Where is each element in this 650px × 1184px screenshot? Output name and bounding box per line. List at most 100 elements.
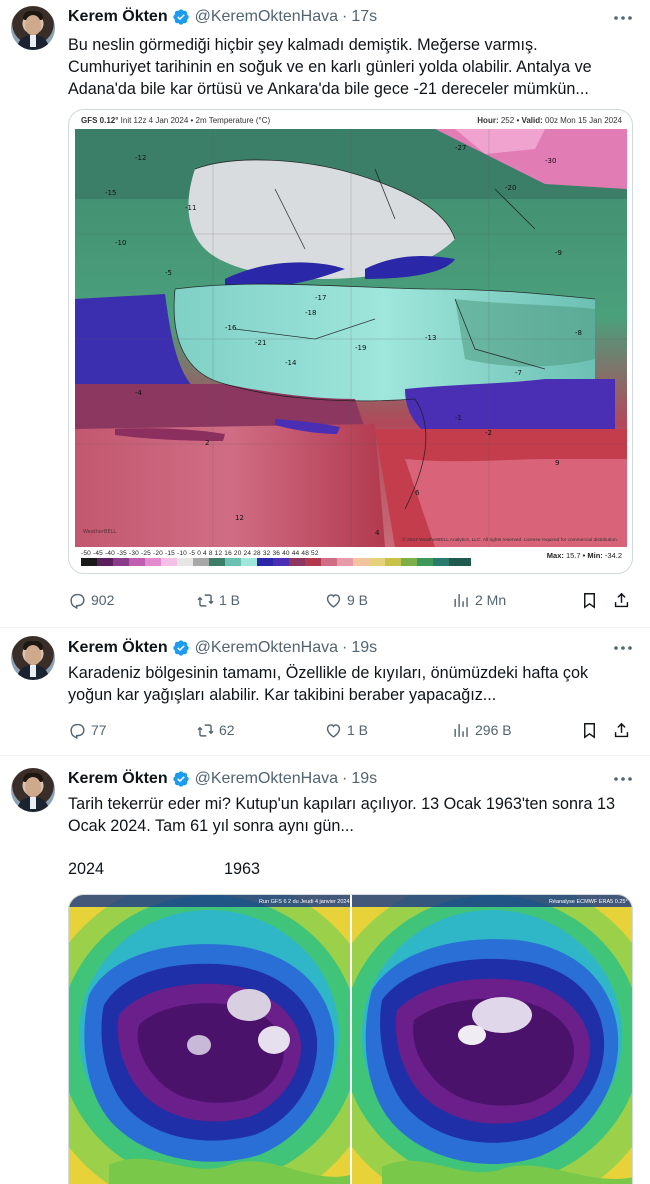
temp-label: -15 [105,189,117,197]
temp-label: -9 [555,249,562,257]
separator: · [342,639,348,656]
view-count: 2 Mn [475,592,507,608]
like-count: 9 B [347,592,369,608]
tweet-1[interactable]: Kerem Ökten @KeremOktenHava · 17s Bu nes… [0,0,650,628]
reply-count: 902 [91,592,115,608]
avatar[interactable] [11,6,55,50]
reply-icon [70,723,85,739]
map-divider [350,895,352,1184]
temp-label: -1 [455,414,462,422]
temp-label: 9 [555,459,560,467]
views-button[interactable]: 2 Mn [452,589,506,611]
reply-count: 77 [91,722,107,738]
reply-button[interactable]: 902 [68,589,114,611]
author-handle[interactable]: @KeremOktenHava [195,8,338,26]
retweet-count: 62 [219,722,235,738]
retweet-icon [197,723,214,737]
temp-label: -10 [115,239,127,247]
bookmark-button[interactable] [580,719,599,741]
map-hour-valid: Hour: 252 • Valid: 00z Mon 15 Jan 2024 [477,116,622,125]
tweet-text: Tarih tekerrür eder mi? Kutup'un kapılar… [68,793,633,837]
temperature-map-image[interactable]: GFS 0.12° Init 12z 4 Jan 2024 • 2m Tempe… [68,109,633,574]
retweet-button[interactable]: 1 B [196,589,240,611]
year-label-right: 1963 [224,860,261,878]
tweet-header: Kerem Ökten @KeremOktenHava · 17s [68,7,377,27]
bookmark-icon [584,722,595,739]
author-name[interactable]: Kerem Ökten [68,8,168,26]
tweet-3[interactable]: Kerem Ökten @KeremOktenHava · 19s Tarih … [0,756,650,1184]
tweet-text: Bu neslin görmediği hiçbir şey kalmadı d… [68,34,633,100]
share-button[interactable] [612,589,631,611]
right-map-title: Réanalyse ECMWF ERA5 0.25° [549,899,628,905]
author-handle[interactable]: @KeremOktenHava [195,770,338,788]
bookmark-button[interactable] [580,589,599,611]
map-max-min: Max: 15.7 • Min: -34.2 [546,551,622,560]
tweet-2[interactable]: Kerem Ökten @KeremOktenHava · 19s Karade… [0,628,650,756]
retweet-count: 1 B [219,592,241,608]
tweet-text-line: Karadeniz bölgesinin tamamı, Özellikle d… [68,664,589,682]
timestamp[interactable]: 19s [351,770,377,788]
year-label-left: 2024 [68,860,105,878]
more-options-icon[interactable] [612,769,634,789]
color-scale-labels: -50 -45 -40 -35 -30 -25 -20 -15 -10 -5 0… [81,550,319,557]
avatar[interactable] [11,636,55,680]
timestamp[interactable]: 19s [351,639,377,657]
temp-label: -14 [285,359,297,367]
map-watermark: WeatherBELL [83,529,117,535]
temp-label: -12 [135,154,147,162]
separator: · [342,770,348,787]
heart-icon [326,723,341,738]
like-count: 1 B [347,722,369,738]
temp-label: -21 [255,339,267,347]
tweet-text-line: Bu neslin görmediği hiçbir şey kalmadı d… [68,36,538,54]
retweet-button[interactable]: 62 [196,719,235,741]
share-button[interactable] [612,719,631,741]
separator: · [342,8,348,25]
temp-label: -11 [185,204,197,212]
tweet-header: Kerem Ökten @KeremOktenHava · 19s [68,769,377,789]
more-options-icon[interactable] [612,8,634,28]
temp-label: -16 [225,324,237,332]
view-count: 296 B [475,722,512,738]
temp-label: 12 [235,514,244,522]
tweet-header: Kerem Ökten @KeremOktenHava · 19s [68,638,377,658]
author-name[interactable]: Kerem Ökten [68,639,168,657]
views-chart-icon [454,723,468,737]
temp-label: -20 [505,184,517,192]
share-icon [614,722,629,737]
tweet-actions: 902 1 B 9 B 2 Mn [68,589,633,611]
temp-label: -7 [515,369,522,377]
reply-icon [70,593,85,609]
avatar[interactable] [11,768,55,812]
map-title: GFS 0.12° Init 12z 4 Jan 2024 • 2m Tempe… [81,116,271,125]
retweet-icon [197,593,214,607]
heart-icon [326,593,341,608]
author-handle[interactable]: @KeremOktenHava [195,639,338,657]
views-chart-icon [454,593,468,607]
temp-label-layer: -15 -20 -21 -17 -16 -14 -1 9 -10 -12 -9 -… [75,129,627,547]
tweet-text-line: Cumhuriyet tarihinin en soğuk ve en karl… [68,58,592,76]
like-button[interactable]: 9 B [324,589,368,611]
more-options-icon[interactable] [612,638,634,658]
tweet-actions: 77 62 1 B 296 B [68,719,633,741]
verified-badge-icon [172,9,189,25]
tweet-text-line: Adana'da bile kar örtüsü ve Ankara'da bi… [68,80,589,98]
bookmark-icon [584,592,595,609]
tweet-text-line: yoğun kar yağışları alabilir. Kar takibi… [68,686,497,704]
temp-label: -4 [135,389,142,397]
polar-maps-image[interactable]: Run GFS 6 2 du Jeudi 4 janvier 2024 Réan… [68,894,633,1184]
reply-button[interactable]: 77 [68,719,107,741]
temp-label: -13 [425,334,437,342]
views-button[interactable]: 296 B [452,719,512,741]
author-name[interactable]: Kerem Ökten [68,770,168,788]
temp-label: -8 [575,329,582,337]
temp-label: -30 [545,157,557,165]
temp-label: 4 [375,529,380,537]
map-credit: © 2024 WeatherBELL Analytics, LLC. All r… [402,538,618,543]
timestamp[interactable]: 17s [351,8,377,26]
polar-map-2024 [69,895,350,1184]
temp-label: 2 [205,439,210,447]
temp-label: -2 [485,429,492,437]
temp-label: -17 [315,294,327,302]
like-button[interactable]: 1 B [324,719,368,741]
